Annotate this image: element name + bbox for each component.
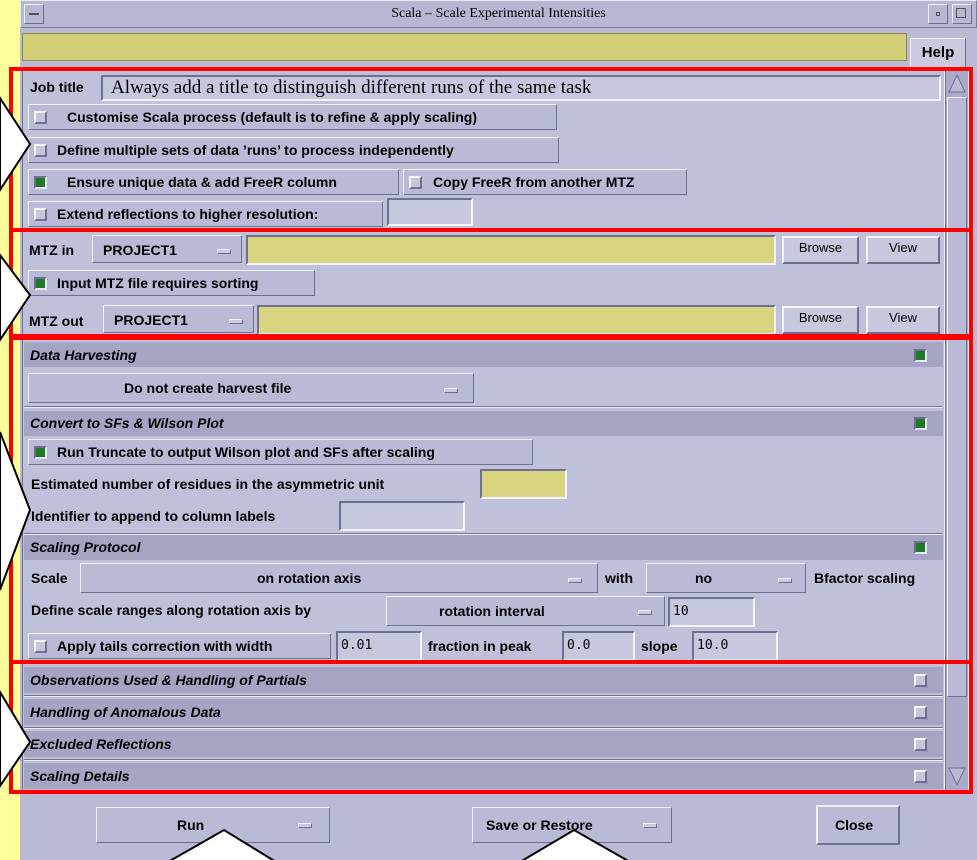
callout-pointer — [0, 253, 32, 342]
callout-pointer — [0, 96, 32, 192]
callout-overlay — [0, 96, 629, 860]
callout-pointer — [0, 690, 32, 788]
callout-pointer — [0, 431, 32, 591]
callout-pointer — [521, 828, 629, 860]
callout-pointer — [169, 828, 275, 860]
